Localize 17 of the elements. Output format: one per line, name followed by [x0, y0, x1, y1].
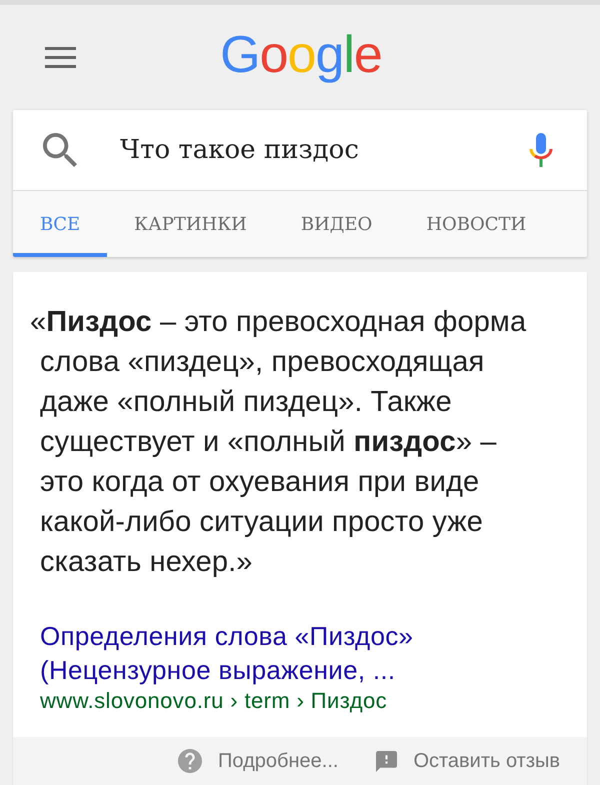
search-tab[interactable]: ВИДЕО: [274, 191, 400, 257]
search-tab[interactable]: ВСЕ: [13, 191, 108, 257]
result-url: www.slovonovo.ru › term › Пиздос: [40, 687, 387, 715]
menu-icon: [45, 47, 76, 68]
microphone-icon[interactable]: [529, 133, 553, 167]
search-tab[interactable]: КАРТИНКИ: [107, 191, 274, 257]
search-tab[interactable]: НОВОСТИ: [399, 191, 554, 257]
help-icon: [178, 749, 202, 773]
snippet-text: «Пиздос – это превосходная форма слова «пиздец», превосходящая даже «полный пиздец». Также существует и «полный пиздос» – это когда от охуевания при виде какой-либо ситуации просто уже сказать нехер.»: [30, 305, 526, 580]
search-field[interactable]: Что такое пиздос: [120, 131, 486, 169]
more-info-button[interactable]: Подробнее...: [178, 749, 338, 773]
feedback-button[interactable]: Оставить отзыв: [376, 750, 560, 772]
menu-button[interactable]: [45, 47, 76, 68]
result-title-link[interactable]: Определения слова «Пиздос» (Нецензурное выражение, ...: [40, 619, 414, 687]
google-logo: Google: [219, 28, 382, 86]
search-icon[interactable]: [43, 133, 77, 167]
feedback-icon: [376, 750, 398, 772]
